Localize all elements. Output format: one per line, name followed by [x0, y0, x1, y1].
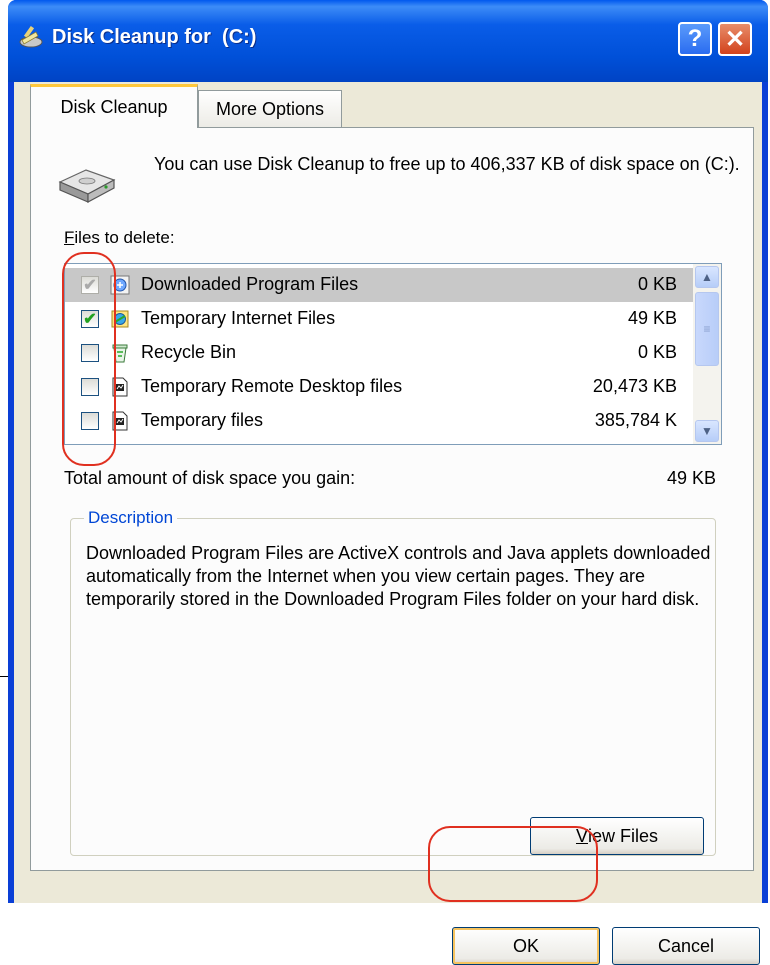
cancel-button[interactable]: Cancel: [612, 927, 760, 965]
files-to-delete-label: Files to delete:: [64, 228, 175, 248]
files-list[interactable]: ✔ Downloaded Program Files 0 KB ✔ Tempor…: [64, 263, 722, 445]
dialog-client-area: Disk Cleanup More Options You can use Di…: [14, 82, 762, 965]
description-legend: Description: [84, 508, 178, 528]
close-button[interactable]: ✕: [718, 22, 752, 56]
window-title: Disk Cleanup for (C:): [52, 26, 257, 48]
file-category-name: Temporary Internet Files: [141, 308, 336, 328]
tab-disk-cleanup[interactable]: Disk Cleanup: [30, 84, 198, 128]
disk-cleanup-icon: [19, 25, 43, 48]
file-category-name: Temporary files: [141, 410, 264, 430]
file-category-size: 385,784 K: [594, 410, 677, 430]
file-category-name: Recycle Bin: [141, 342, 237, 362]
list-scrollbar[interactable]: ▲ ≡ ▼: [693, 264, 721, 444]
file-category-size: 0 KB: [637, 274, 677, 294]
list-item[interactable]: ✔ Downloaded Program Files 0 KB: [65, 268, 693, 302]
help-icon: ?: [687, 25, 703, 52]
scroll-up-arrow-icon[interactable]: ▲: [695, 266, 719, 288]
scroll-thumb[interactable]: ≡: [695, 292, 719, 366]
tab-label: Disk Cleanup: [60, 97, 168, 117]
description-text: Downloaded Program Files are ActiveX con…: [86, 543, 711, 609]
disk-cleanup-window: Disk Cleanup for (C:) ? ✕ Disk Cleanup M…: [8, 0, 768, 965]
hard-drive-icon: [58, 169, 116, 204]
ok-button[interactable]: OK: [452, 927, 600, 965]
title-bar[interactable]: Disk Cleanup for (C:) ? ✕: [8, 0, 768, 82]
file-category-name: Downloaded Program Files: [141, 274, 359, 294]
view-files-label: iew Files: [588, 825, 659, 846]
list-item[interactable]: Recycle Bin 0 KB: [65, 336, 693, 370]
list-item[interactable]: Temporary files 385,784 K: [65, 404, 693, 438]
checkbox-highlight-annotation: [62, 252, 116, 466]
scroll-down-arrow-icon[interactable]: ▼: [695, 420, 719, 442]
external-line: [0, 676, 8, 677]
files-label-accelerator: F: [64, 228, 75, 247]
intro-text: You can use Disk Cleanup to free up to 4…: [154, 154, 740, 174]
total-space-label: Total amount of disk space you gain:: [64, 468, 356, 488]
file-category-size: 0 KB: [637, 342, 677, 362]
files-label-rest: iles to delete:: [74, 228, 175, 247]
total-space-value: 49 KB: [666, 468, 716, 488]
ok-highlight-annotation: [428, 826, 598, 902]
tab-label: More Options: [215, 99, 325, 119]
list-item[interactable]: ✔ Temporary Internet Files 49 KB: [65, 302, 693, 336]
file-category-size: 20,473 KB: [592, 376, 677, 396]
tab-more-options[interactable]: More Options: [198, 90, 342, 128]
help-button[interactable]: ?: [678, 22, 712, 56]
file-category-name: Temporary Remote Desktop files: [141, 376, 403, 396]
file-category-size: 49 KB: [627, 308, 677, 328]
close-icon: ✕: [724, 25, 746, 53]
list-item[interactable]: Temporary Remote Desktop files 20,473 KB: [65, 370, 693, 404]
